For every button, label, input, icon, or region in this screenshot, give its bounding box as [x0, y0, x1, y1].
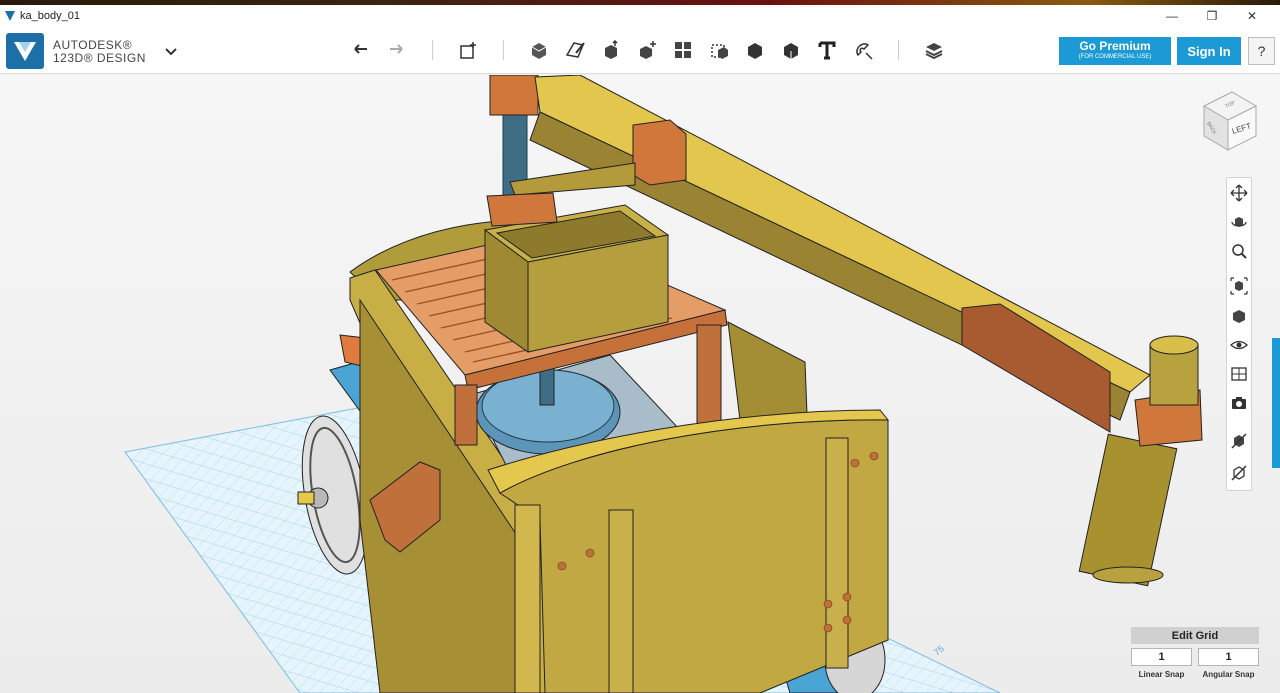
- undo-icon[interactable]: [349, 38, 373, 62]
- angular-snap-label: Angular Snap: [1202, 670, 1255, 679]
- angular-snap-input[interactable]: 1: [1198, 648, 1259, 666]
- toolbar-separator: [898, 40, 899, 60]
- model-scene[interactable]: 100 75: [0, 75, 1280, 693]
- 3d-viewport[interactable]: 100 75: [0, 75, 1280, 693]
- zoom-icon[interactable]: [1228, 240, 1250, 262]
- restore-button[interactable]: ❐: [1192, 5, 1232, 26]
- modify-icon[interactable]: [599, 38, 623, 62]
- premium-sublabel: (FOR COMMERCIAL USE): [1078, 54, 1152, 60]
- orbit-icon[interactable]: [1228, 211, 1250, 233]
- primitives-icon[interactable]: [457, 38, 481, 62]
- layers-icon[interactable]: [922, 38, 946, 62]
- group-icon[interactable]: [671, 38, 695, 62]
- snapshot-icon[interactable]: [1228, 392, 1250, 414]
- construct-icon[interactable]: [563, 38, 587, 62]
- fit-icon[interactable]: [1228, 275, 1250, 297]
- linear-snap-label: Linear Snap: [1138, 670, 1185, 679]
- sketch-icon[interactable]: [527, 38, 551, 62]
- sign-in-button[interactable]: Sign In: [1177, 37, 1241, 65]
- snap-icon[interactable]: [851, 38, 875, 62]
- perspective-icon[interactable]: [1228, 305, 1250, 327]
- material-view-icon[interactable]: [1228, 363, 1250, 385]
- premium-label: Go Premium: [1079, 39, 1151, 53]
- toolbar-separator: [432, 40, 433, 60]
- minimize-button[interactable]: —: [1152, 5, 1192, 26]
- app-icon: [5, 10, 15, 21]
- view-cube[interactable]: LEFT BACK TOP: [1196, 88, 1260, 158]
- brand-autodesk: AUTODESK®: [53, 38, 133, 52]
- side-panel-tab[interactable]: [1272, 338, 1280, 468]
- redo-icon[interactable]: [384, 38, 408, 62]
- linear-snap-input[interactable]: 1: [1131, 648, 1192, 666]
- pattern-icon[interactable]: [635, 38, 659, 62]
- close-button[interactable]: ✕: [1232, 5, 1272, 26]
- main-toolbar: AUTODESK® 123D® DESIGN Go Premium (FOR C…: [0, 26, 1280, 74]
- grid-label-75: 75: [932, 643, 946, 657]
- window-title: ka_body_01: [20, 9, 80, 22]
- help-button[interactable]: ?: [1248, 37, 1275, 65]
- chevron-down-icon[interactable]: [163, 43, 179, 59]
- logo-icon: [14, 42, 36, 61]
- edit-grid-button[interactable]: Edit Grid: [1131, 627, 1259, 644]
- visibility-icon[interactable]: [1228, 334, 1250, 356]
- navigation-bar: [1226, 177, 1252, 491]
- text-icon[interactable]: [815, 38, 839, 62]
- title-bar: ka_body_01 — ❐ ✕: [0, 5, 1280, 26]
- measure-icon[interactable]: [743, 38, 767, 62]
- brand-product: 123D® DESIGN: [53, 51, 146, 65]
- hide-sketch-icon[interactable]: [1228, 430, 1250, 452]
- pan-icon[interactable]: [1228, 182, 1250, 204]
- app-logo[interactable]: [6, 33, 44, 69]
- go-premium-button[interactable]: Go Premium (FOR COMMERCIAL USE): [1059, 37, 1171, 65]
- toolbar-separator: [503, 40, 504, 60]
- hide-mesh-icon[interactable]: [1228, 462, 1250, 484]
- combine-icon[interactable]: [707, 38, 731, 62]
- material-icon[interactable]: [779, 38, 803, 62]
